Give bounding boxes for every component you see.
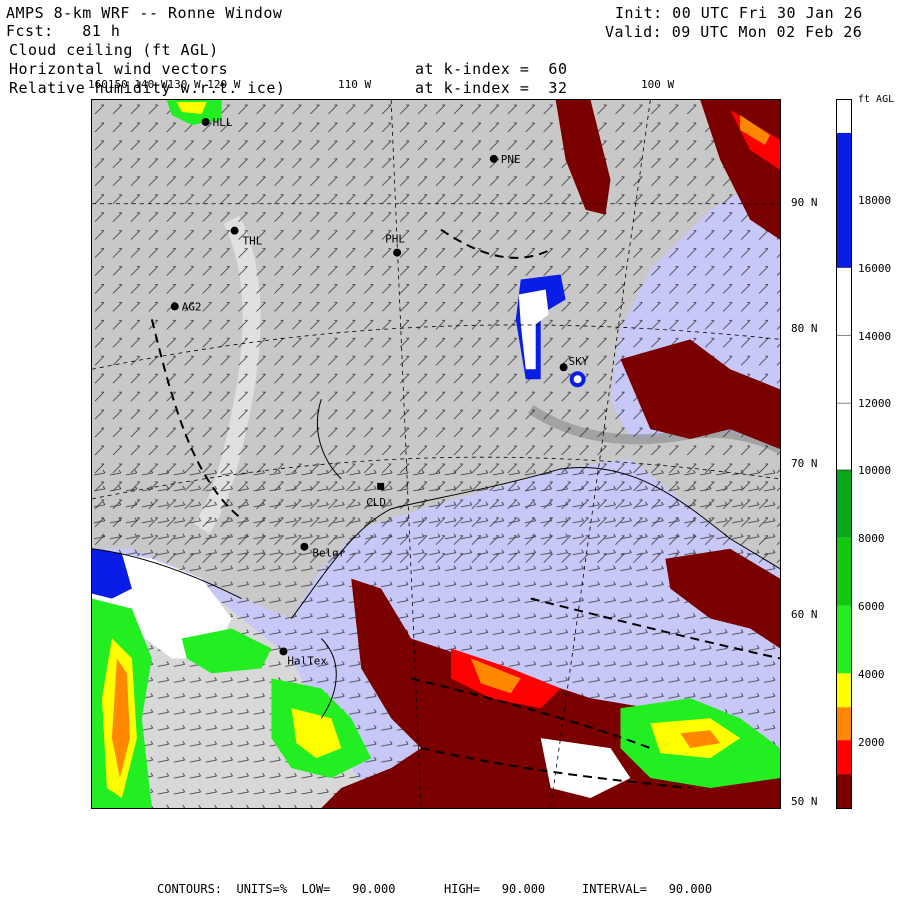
colorbar-tick-6000: 6000: [858, 600, 885, 613]
colorbar-tick-16000: 16000: [858, 262, 892, 275]
station-halley-label: HalTex: [287, 654, 327, 667]
colorbar-band-11: [837, 774, 851, 808]
lat-label-50n: 50 N: [791, 795, 818, 808]
k-index-label-1: at k-index = 60: [415, 60, 568, 78]
colorbar: [836, 99, 852, 809]
lat-label-70n: 70 N: [791, 457, 818, 470]
colorbar-band-1: [837, 132, 851, 268]
station-phl-label: PHL: [385, 233, 405, 246]
valid-time: Valid: 09 UTC Mon 02 Feb 26: [605, 23, 863, 41]
footer-contours: CONTOURS: UNITS=% LOW= 90.000: [157, 882, 396, 896]
colorbar-band-10: [837, 740, 851, 775]
field-label-cloud-ceiling: Cloud ceiling (ft AGL): [9, 41, 219, 59]
lat-label-80n: 80 N: [791, 322, 818, 335]
colorbar-tick-10000: 10000: [858, 464, 892, 477]
colorbar-band-9: [837, 707, 851, 741]
footer-interval: INTERVAL= 90.000: [582, 882, 713, 896]
colorbar-tick-2000: 2000: [858, 736, 885, 749]
lat-label-60n: 60 N: [791, 608, 818, 621]
station-pne-label: PNE: [501, 153, 521, 166]
forecast-map: HLL PNE THL PHL AG2 SKY CLD Belgr HalTex: [91, 99, 781, 809]
colorbar-tick-4000: 4000: [858, 668, 885, 681]
map-title: AMPS 8-km WRF -- Ronne Window: [6, 4, 283, 22]
colorbar-tick-14000: 14000: [858, 330, 892, 343]
colorbar-tick-12000: 12000: [858, 397, 892, 410]
colorbar-band-0: [837, 100, 851, 133]
field-label-wind-vectors: Horizontal wind vectors: [9, 60, 229, 78]
station-hll-label: HLL: [213, 116, 233, 129]
lat-label-90n: 90 N: [791, 196, 818, 209]
station-belgr-label: Belgr: [312, 547, 345, 560]
init-time: Init: 00 UTC Fri 30 Jan 26: [615, 4, 863, 22]
k-index-label-2: at k-index = 32: [415, 79, 568, 97]
station-ag2-label: AG2: [182, 300, 202, 313]
lon-label-110w: 110 W: [338, 78, 372, 91]
station-sky-label: SKY: [569, 355, 589, 368]
colorbar-band-2: [837, 267, 851, 336]
colorbar-tick-8000: 8000: [858, 532, 885, 545]
station-thl-label: THL: [243, 235, 263, 248]
colorbar-tick-18000: 18000: [858, 194, 892, 207]
footer-high: HIGH= 90.000: [444, 882, 546, 896]
forecast-hour: Fcst: 81 h: [6, 22, 121, 40]
colorbar-unit: ft AGL: [858, 94, 895, 105]
lon-label-100w: 100 W: [641, 78, 675, 91]
colorbar-band-3: [837, 335, 851, 470]
station-cld-label: CLD: [366, 496, 386, 509]
colorbar-band-5: [837, 469, 851, 538]
colorbar-band-8: [837, 673, 851, 708]
colorbar-band-7: [837, 605, 851, 674]
lon-label-west: 160150 140 W130 W 120 W: [88, 78, 241, 91]
cloud-ceiling-high-spot2: [573, 375, 582, 384]
colorbar-band-6: [837, 537, 851, 606]
